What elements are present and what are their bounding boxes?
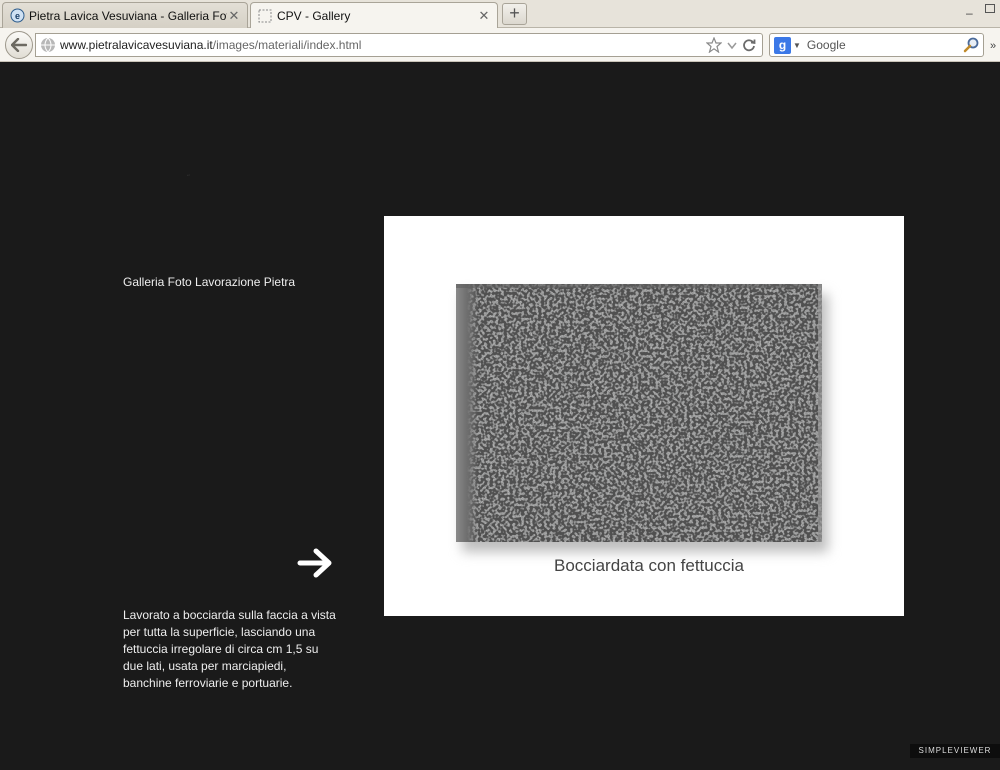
g-logo-icon[interactable]: g xyxy=(774,36,791,54)
stone-texture xyxy=(456,284,822,542)
address-bar[interactable]: www.pietralavicavesuviana.it/images/mate… xyxy=(35,33,763,57)
close-icon[interactable]: ✕ xyxy=(477,8,491,24)
tab-title: Pietra Lavica Vesuviana - Galleria Fotog… xyxy=(29,8,227,23)
search-input[interactable]: Google xyxy=(807,38,959,52)
back-arrow-icon xyxy=(11,38,27,52)
plus-icon: + xyxy=(509,3,520,23)
tab-cpv-gallery[interactable]: CPV - Gallery ✕ xyxy=(250,2,498,29)
page-viewport: ˶ Galleria Foto Lavorazione Pietra Lavor… xyxy=(0,63,1000,770)
new-tab-button[interactable]: + xyxy=(502,3,527,25)
photo-caption: Bocciardata con fettuccia xyxy=(554,556,744,575)
stone-sample-photo xyxy=(456,284,828,552)
gallery-title: Galleria Foto Lavorazione Pietra xyxy=(123,275,296,289)
loading-mark: ˶ xyxy=(187,169,190,179)
reload-icon[interactable] xyxy=(742,38,756,52)
url-text[interactable]: www.pietralavicavesuviana.it/images/mate… xyxy=(60,38,706,52)
back-button[interactable] xyxy=(5,31,33,59)
next-image-button[interactable] xyxy=(296,545,336,581)
star-icon[interactable] xyxy=(706,37,722,53)
chevron-down-icon[interactable]: ▼ xyxy=(793,41,801,50)
url-domain: www.pietralavicavesuviana.it xyxy=(60,38,213,52)
dropdown-arrow-icon[interactable] xyxy=(726,40,738,50)
minimize-icon[interactable]: – xyxy=(966,6,973,20)
url-path: /images/materiali/index.html xyxy=(212,38,362,52)
gallery-image[interactable]: Bocciardata con fettuccia xyxy=(384,216,904,616)
image-description: Lavorato a bocciarda sulla faccia a vist… xyxy=(123,608,336,690)
close-icon[interactable]: ✕ xyxy=(227,8,241,24)
search-bar[interactable]: g ▼ Google xyxy=(769,33,984,57)
navigation-bar: www.pietralavicavesuviana.it/images/mate… xyxy=(0,28,1000,62)
simpleviewer-badge[interactable]: SIMPLEVIEWER xyxy=(910,744,1000,758)
overflow-chevron-icon[interactable]: » xyxy=(990,40,996,52)
arrow-right-icon xyxy=(297,548,332,578)
tab-title: CPV - Gallery xyxy=(277,9,351,23)
blank-page-icon xyxy=(257,8,273,24)
svg-text:e: e xyxy=(14,11,19,21)
globe-icon xyxy=(41,37,55,53)
magnifier-icon[interactable] xyxy=(959,37,983,53)
tab-bar: e Pietra Lavica Vesuviana - Galleria Fot… xyxy=(0,0,1000,29)
tab-pietra-lavica[interactable]: e Pietra Lavica Vesuviana - Galleria Fot… xyxy=(2,2,248,28)
site-favicon-icon: e xyxy=(9,8,25,24)
restore-icon[interactable] xyxy=(985,4,995,13)
